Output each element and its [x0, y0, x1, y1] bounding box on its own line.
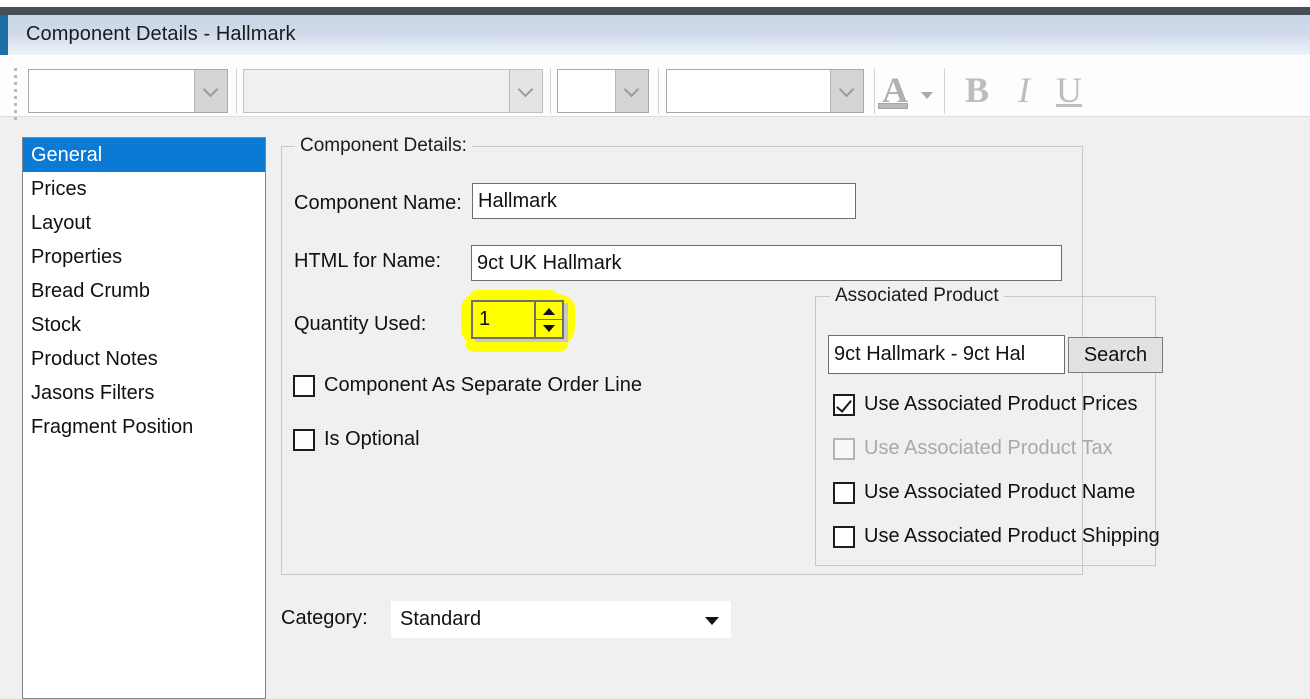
- separate-order-line-label: Component As Separate Order Line: [324, 374, 642, 396]
- sidebar-item-jasons-filters[interactable]: Jasons Filters: [23, 376, 265, 410]
- quantity-used-value: 1: [479, 308, 491, 330]
- sidebar-item-bread-crumb[interactable]: Bread Crumb: [23, 274, 265, 308]
- italic-button[interactable]: I: [1012, 66, 1036, 114]
- chevron-down-icon[interactable]: [830, 70, 863, 112]
- spinner-up-icon[interactable]: [536, 302, 562, 320]
- component-details-legend: Component Details:: [295, 135, 472, 157]
- toolbar-separator: [550, 68, 551, 114]
- spinner-buttons: [534, 302, 562, 337]
- html-for-name-input[interactable]: 9ct UK Hallmark: [471, 245, 1062, 281]
- chevron-down-icon[interactable]: [921, 92, 933, 99]
- search-button[interactable]: Search: [1068, 337, 1163, 373]
- font-size-combobox-value: [558, 70, 615, 112]
- font-name-combobox-value: [29, 70, 194, 112]
- spinner-down-icon[interactable]: [536, 320, 562, 337]
- style-combobox[interactable]: [666, 69, 864, 113]
- style-combobox-value: [667, 70, 830, 112]
- sidebar-item-product-notes[interactable]: Product Notes: [23, 342, 265, 376]
- separate-order-line-checkbox[interactable]: [293, 374, 315, 397]
- category-dropdown[interactable]: Standard: [391, 601, 731, 638]
- is-optional-label: Is Optional: [324, 428, 420, 450]
- use-associated-product-name-label: Use Associated Product Name: [864, 481, 1136, 503]
- sidebar-item-general[interactable]: General: [23, 138, 265, 172]
- html-for-name-label: HTML for Name:: [294, 250, 442, 272]
- underline-button[interactable]: U: [1054, 66, 1084, 114]
- use-associated-product-tax-checkbox: [833, 437, 855, 460]
- toolbar-separator: [944, 68, 945, 114]
- is-optional-checkbox[interactable]: [293, 428, 315, 451]
- use-associated-product-shipping-checkbox[interactable]: [833, 525, 855, 548]
- use-associated-product-shipping-row[interactable]: Use Associated Product Shipping: [833, 525, 1160, 548]
- component-name-input[interactable]: Hallmark: [472, 183, 856, 219]
- section-list[interactable]: General Prices Layout Properties Bread C…: [22, 137, 266, 699]
- font-name-secondary-value: [244, 70, 509, 112]
- toolbar-separator: [236, 68, 237, 114]
- use-associated-product-prices-label: Use Associated Product Prices: [864, 393, 1138, 415]
- chevron-down-icon[interactable]: [694, 602, 730, 637]
- bold-button[interactable]: B: [962, 66, 992, 114]
- component-name-label: Component Name:: [294, 192, 462, 214]
- component-details-window: Component Details - Hallmark A B I U Gen…: [0, 0, 1310, 699]
- sidebar-item-prices[interactable]: Prices: [23, 172, 265, 206]
- sidebar-item-fragment-position[interactable]: Fragment Position: [23, 410, 265, 444]
- window-title: Component Details - Hallmark: [26, 23, 296, 45]
- sidebar-item-stock[interactable]: Stock: [23, 308, 265, 342]
- sidebar-item-properties[interactable]: Properties: [23, 240, 265, 274]
- chevron-down-icon[interactable]: [509, 70, 542, 112]
- separate-order-line-checkbox-row[interactable]: Component As Separate Order Line: [293, 374, 642, 397]
- toolbar-separator: [658, 68, 659, 114]
- chevron-down-icon[interactable]: [194, 70, 227, 112]
- window-top-dark-bar: [0, 7, 1310, 15]
- category-label: Category:: [281, 607, 368, 629]
- quantity-used-spinner[interactable]: 1: [471, 300, 564, 339]
- toolbar-separator: [874, 68, 875, 114]
- use-associated-product-tax-row: Use Associated Product Tax: [833, 437, 1113, 460]
- title-bar: Component Details - Hallmark: [0, 15, 1310, 55]
- font-name-combobox[interactable]: [28, 69, 228, 113]
- toolbar-grip-handle[interactable]: [14, 68, 18, 120]
- chevron-down-icon[interactable]: [615, 70, 648, 112]
- associated-product-search-input[interactable]: 9ct Hallmark - 9ct Hal: [828, 335, 1065, 374]
- category-dropdown-value: Standard: [400, 608, 482, 630]
- use-associated-product-name-row[interactable]: Use Associated Product Name: [833, 481, 1135, 504]
- font-name-secondary-combobox[interactable]: [243, 69, 543, 113]
- font-color-swatch: [878, 103, 908, 109]
- font-size-combobox[interactable]: [557, 69, 649, 113]
- use-associated-product-shipping-label: Use Associated Product Shipping: [864, 525, 1160, 547]
- use-associated-product-prices-checkbox[interactable]: [833, 393, 855, 416]
- quantity-used-label: Quantity Used:: [294, 313, 427, 335]
- window-top-edge: [0, 0, 1310, 7]
- use-associated-product-prices-row[interactable]: Use Associated Product Prices: [833, 393, 1137, 416]
- sidebar-item-layout[interactable]: Layout: [23, 206, 265, 240]
- is-optional-checkbox-row[interactable]: Is Optional: [293, 428, 420, 451]
- use-associated-product-name-checkbox[interactable]: [833, 481, 855, 504]
- use-associated-product-tax-label: Use Associated Product Tax: [864, 437, 1113, 459]
- associated-product-legend: Associated Product: [830, 285, 1004, 307]
